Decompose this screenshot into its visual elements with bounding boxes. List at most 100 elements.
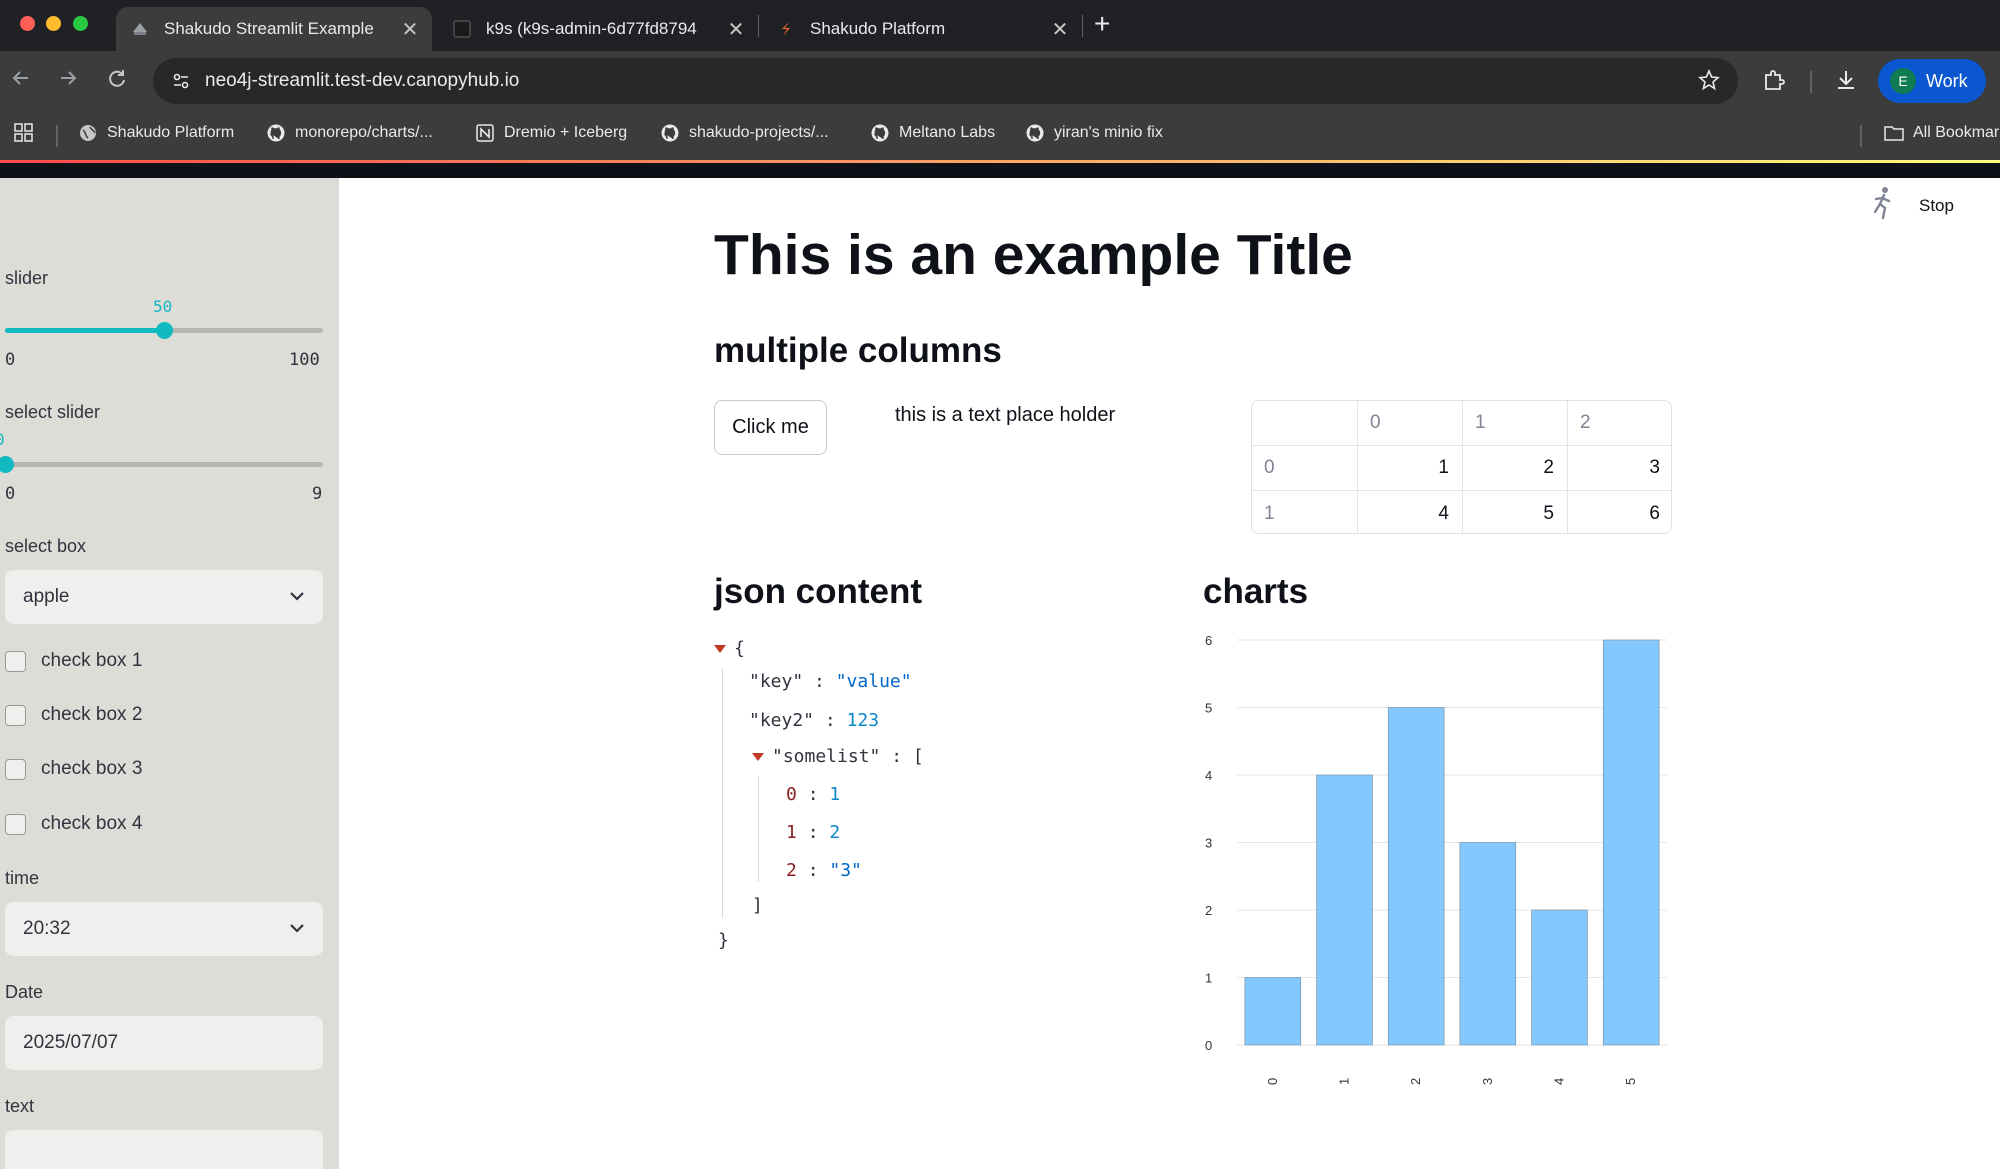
avatar: E	[1890, 68, 1916, 94]
tab-close-icon[interactable]: ✕	[724, 17, 748, 42]
select-box-label: select box	[5, 536, 87, 556]
checkbox-box[interactable]	[5, 813, 26, 835]
columns-header: multiple columns	[714, 331, 1002, 370]
date-label: Date	[5, 982, 44, 1002]
forward-arrow-icon[interactable]	[57, 67, 79, 95]
time-label: time	[5, 868, 40, 888]
download-icon[interactable]	[1834, 68, 1858, 97]
slider-fill	[5, 328, 164, 333]
charts-header: charts	[1203, 572, 1309, 611]
table-row: 1 4 5 6	[1252, 491, 1671, 533]
table-cell[interactable]: 1	[1358, 446, 1463, 491]
maximize-window-button[interactable]	[73, 16, 88, 31]
text-input[interactable]	[5, 1130, 323, 1169]
address-bar[interactable]: neo4j-streamlit.test-dev.canopyhub.io	[153, 58, 1738, 104]
bookmark-label: shakudo-projects/...	[689, 124, 829, 141]
running-man-icon	[1869, 186, 1897, 225]
page-title: This is an example Title	[714, 223, 1353, 287]
bookmark-label: Dremio + Iceberg	[504, 124, 628, 141]
table-cell[interactable]: 4	[1358, 491, 1463, 533]
dataframe-header-cell[interactable]: 2	[1568, 401, 1671, 446]
select-slider-track[interactable]	[5, 462, 323, 467]
json-list-close: ]	[752, 895, 763, 916]
y-tick-label: 0	[1205, 1038, 1212, 1053]
dataframe[interactable]: 0 1 2 0 1 2 3 1 4 5 6	[1251, 400, 1672, 534]
y-tick-label: 1	[1205, 971, 1212, 986]
json-list-item: 1 : 2	[786, 822, 841, 843]
bar[interactable]	[1316, 774, 1373, 1046]
json-list-item: 2 : "3"	[786, 860, 862, 881]
bar[interactable]	[1387, 707, 1445, 1046]
apps-grid-icon[interactable]	[14, 123, 34, 143]
table-cell[interactable]: 6	[1568, 491, 1671, 533]
bookmark-item[interactable]: yiran's minio fix	[1025, 123, 1163, 143]
text-label: text	[5, 1096, 35, 1116]
stop-button[interactable]: Stop	[1869, 186, 1954, 225]
tab-close-icon[interactable]: ✕	[398, 17, 422, 42]
tab-title: Shakudo Streamlit Example	[164, 19, 374, 38]
bookmark-star-icon[interactable]	[1698, 68, 1720, 96]
time-input[interactable]: 20:32	[5, 902, 323, 956]
tab-k9s[interactable]: k9s (k9s-admin-6d77fd8794 ✕	[438, 7, 758, 51]
x-tick-label: 4	[1552, 1078, 1567, 1085]
collapse-caret-icon[interactable]	[752, 753, 764, 761]
extensions-icon[interactable]	[1762, 68, 1786, 97]
bar[interactable]	[1244, 977, 1302, 1046]
reload-icon[interactable]	[106, 67, 128, 95]
time-value: 20:32	[23, 918, 71, 939]
bar[interactable]	[1459, 842, 1517, 1046]
tab-shakudo-platform[interactable]: Shakudo Platform ✕	[762, 7, 1082, 51]
date-input[interactable]: 2025/07/07	[5, 1016, 323, 1070]
select-box[interactable]: apple	[5, 570, 323, 624]
profile-button[interactable]: E Work	[1878, 59, 1986, 103]
bookmark-item[interactable]: Dremio + Iceberg	[475, 123, 627, 143]
table-cell[interactable]: 3	[1568, 446, 1671, 491]
date-value: 2025/07/07	[23, 1032, 119, 1053]
new-tab-button[interactable]: +	[1094, 8, 1110, 40]
bookmark-item[interactable]: Meltano Labs	[870, 123, 995, 143]
checkbox-4[interactable]: check box 4	[5, 813, 142, 835]
browser-toolbar: neo4j-streamlit.test-dev.canopyhub.io E …	[0, 51, 2000, 111]
json-root-open[interactable]: {	[714, 638, 745, 659]
checkbox-1[interactable]: check box 1	[5, 650, 142, 672]
back-arrow-icon[interactable]	[10, 67, 32, 95]
y-tick-label: 5	[1205, 701, 1212, 716]
minimize-window-button[interactable]	[46, 16, 61, 31]
json-list-item: 0 : 1	[786, 784, 841, 805]
collapse-caret-icon[interactable]	[714, 645, 726, 653]
bookmark-item[interactable]: monorepo/charts/...	[266, 123, 433, 143]
toolbar-divider	[1810, 71, 1812, 93]
slider-thumb[interactable]	[156, 322, 173, 339]
checkbox-box[interactable]	[5, 758, 26, 780]
bookmark-item[interactable]: shakudo-projects/...	[660, 123, 829, 143]
shakudo-favicon-icon	[776, 19, 796, 39]
dataframe-header-cell[interactable]: 1	[1463, 401, 1568, 446]
site-info-icon[interactable]	[169, 71, 193, 91]
bar[interactable]	[1531, 909, 1588, 1046]
x-tick-label: 1	[1337, 1078, 1352, 1085]
tab-close-icon[interactable]: ✕	[1048, 17, 1072, 42]
dataframe-header-cell[interactable]: 0	[1358, 401, 1463, 446]
bookmark-label: Shakudo Platform	[107, 124, 235, 141]
table-cell[interactable]: 2	[1463, 446, 1568, 491]
checkbox-2[interactable]: check box 2	[5, 704, 142, 726]
tab-shakudo-streamlit[interactable]: Shakudo Streamlit Example ✕	[116, 7, 432, 51]
select-slider-thumb[interactable]	[0, 456, 14, 473]
bookmark-item[interactable]: Shakudo Platform	[78, 123, 234, 143]
checkbox-box[interactable]	[5, 704, 26, 726]
close-window-button[interactable]	[20, 16, 35, 31]
app-header-bar	[0, 161, 2000, 178]
bar[interactable]	[1602, 639, 1660, 1046]
bookmark-label: Meltano Labs	[899, 124, 996, 141]
table-cell[interactable]: 5	[1463, 491, 1568, 533]
checkbox-3[interactable]: check box 3	[5, 758, 142, 780]
bookmark-label: yiran's minio fix	[1054, 124, 1163, 141]
checkbox-box[interactable]	[5, 650, 26, 672]
bookmark-label: monorepo/charts/...	[295, 124, 433, 141]
json-list-open[interactable]: "somelist" : [	[752, 746, 924, 767]
click-me-button[interactable]: Click me	[714, 400, 827, 455]
table-row: 0 1 2 3	[1252, 446, 1671, 491]
y-tick-label: 6	[1205, 633, 1212, 648]
all-bookmarks-button[interactable]: All Bookmarks	[1884, 123, 2000, 143]
bar-chart[interactable]: 0 1 2 3 4 5 6 0 1 2 3 4 5	[1197, 628, 1677, 1098]
